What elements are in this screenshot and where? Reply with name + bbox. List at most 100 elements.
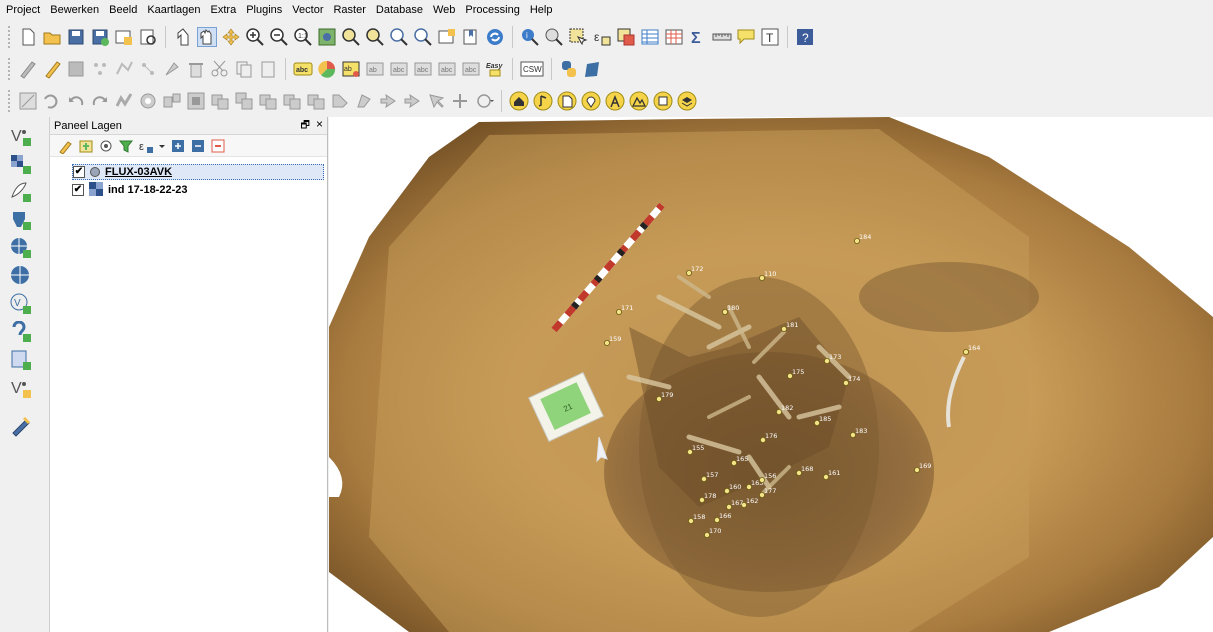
save-edits-icon[interactable] [66,59,86,79]
highlight-pinned-labels-icon[interactable]: ab [341,59,361,79]
add-ring-icon[interactable] [138,91,158,111]
menu-beeld[interactable]: Beeld [109,4,137,16]
menu-vector[interactable]: Vector [292,4,323,16]
select-features-icon[interactable] [568,27,588,47]
metasearch-csw-icon[interactable]: CSW [520,59,544,79]
add-wcs-layer-icon[interactable]: V [10,293,32,315]
deselect-features-icon[interactable] [616,27,636,47]
pan-to-selection-icon[interactable] [221,27,241,47]
close-panel-icon[interactable]: × [316,117,323,131]
float-panel-icon[interactable]: 🗗 [301,120,310,131]
current-edits-icon[interactable] [18,59,38,79]
filter-by-expression-icon[interactable]: ε [138,138,154,154]
undo-digitizing-icon[interactable] [42,91,62,111]
new-shapefile-layer-icon[interactable]: V [10,377,32,399]
reshape-features-icon[interactable] [258,91,278,111]
offset-point-symbols-icon[interactable] [426,91,446,111]
show-hide-labels-icon[interactable]: abc [389,59,409,79]
pin-labels-icon[interactable]: ab [365,59,385,79]
refresh-icon[interactable] [485,27,505,47]
label-toolbar-abc-icon[interactable]: abc [293,59,313,79]
menu-help[interactable]: Help [530,4,553,16]
layer-row-ind-17-18-22-23[interactable]: ✔ ind 17-18-22-23 [72,181,187,198]
add-vector-layer-icon[interactable]: V [10,125,32,147]
remove-layer-icon[interactable] [210,138,226,154]
advanced-digitizing-icon[interactable] [18,91,38,111]
layer-diagram-icon[interactable] [317,59,337,79]
easy-custom-labeling-icon[interactable]: Easy [485,59,505,79]
new-bookmark-icon[interactable] [461,27,481,47]
map-tips-icon[interactable] [736,27,756,47]
map-shape-icon[interactable] [653,91,673,111]
digitize-tool-icon[interactable] [10,415,32,437]
add-wfs-layer-icon[interactable] [10,265,32,287]
new-project-icon[interactable] [18,27,38,47]
vertex-editor-dropdown-icon[interactable] [474,91,494,111]
zoom-last-icon[interactable] [389,27,409,47]
touch-zoom-pan-icon[interactable] [173,27,193,47]
delete-selected-icon[interactable] [186,59,206,79]
measure-line-icon[interactable] [712,27,732,47]
zoom-to-selection-icon[interactable] [341,27,361,47]
add-virtual-layer-icon[interactable] [10,349,32,371]
paste-features-icon[interactable] [258,59,278,79]
merge-features-icon[interactable] [354,91,374,111]
layout-manager-icon[interactable] [138,27,158,47]
merge-attributes-icon[interactable] [378,91,398,111]
undo-icon[interactable] [66,91,86,111]
add-postgis-layer-icon[interactable] [10,209,32,231]
change-label-icon[interactable]: abc [461,59,481,79]
simplify-feature-icon[interactable] [114,91,134,111]
menu-project[interactable]: Project [6,4,40,16]
mountain-shape-icon[interactable] [629,91,649,111]
home-shape-icon[interactable] [509,91,529,111]
add-spatialite-layer-icon[interactable] [10,320,32,343]
add-group-icon[interactable] [78,138,94,154]
toggle-editing-icon[interactable] [42,59,62,79]
copy-features-icon[interactable] [234,59,254,79]
add-delimited-text-icon[interactable] [10,181,32,203]
menu-bewerken[interactable]: Bewerken [50,4,99,16]
music-note-shape-icon[interactable] [533,91,553,111]
zoom-out-icon[interactable] [269,27,289,47]
save-project-icon[interactable] [66,27,86,47]
move-feature-icon[interactable] [162,59,182,79]
layer-row-flux-03avk[interactable]: ✔ FLUX-03AVK [72,164,324,180]
menu-plugins[interactable]: Plugins [246,4,282,16]
field-calculator-icon[interactable] [664,27,684,47]
map-canvas[interactable]: 21 184 172 110 171 180 181 159 173 175 174 164 179 1… [329,117,1213,632]
person-shape-icon[interactable] [605,91,625,111]
menu-kaartlagen[interactable]: Kaartlagen [147,4,200,16]
select-by-value-icon[interactable]: ε [592,27,612,47]
layer-styling-icon[interactable] [58,138,74,155]
fill-ring-icon[interactable] [186,91,206,111]
add-feature-icon[interactable] [90,59,110,79]
rotate-label-icon[interactable]: abc [437,59,457,79]
zoom-in-icon[interactable] [245,27,265,47]
vertex-tool-icon[interactable] [138,59,158,79]
menu-processing[interactable]: Processing [465,4,519,16]
new-map-view-icon[interactable] [437,27,457,47]
document-shape-icon[interactable] [557,91,577,111]
attribute-table-icon[interactable] [640,27,660,47]
delete-ring-icon[interactable] [210,91,230,111]
run-feature-action-icon[interactable] [544,27,564,47]
manage-map-themes-icon[interactable] [98,138,114,154]
split-features-icon[interactable] [306,91,326,111]
layer-visibility-checkbox[interactable]: ✔ [73,166,85,178]
python-console-icon[interactable] [559,59,579,79]
collapse-all-icon[interactable] [190,138,206,154]
zoom-next-icon[interactable] [413,27,433,47]
statistical-summary-icon[interactable]: Σ [688,27,708,47]
redo-icon[interactable] [90,91,110,111]
delete-part-icon[interactable] [234,91,254,111]
identify-features-icon[interactable]: i [520,27,540,47]
save-as-icon[interactable] [90,27,110,47]
add-part-icon[interactable] [162,91,182,111]
help-icon[interactable]: ? [795,27,815,47]
georeferencer-icon[interactable] [583,59,603,79]
rotate-point-symbols-icon[interactable] [402,91,422,111]
add-raster-layer-icon[interactable] [10,153,32,175]
new-print-layout-icon[interactable] [114,27,134,47]
location-pin-shape-icon[interactable] [581,91,601,111]
